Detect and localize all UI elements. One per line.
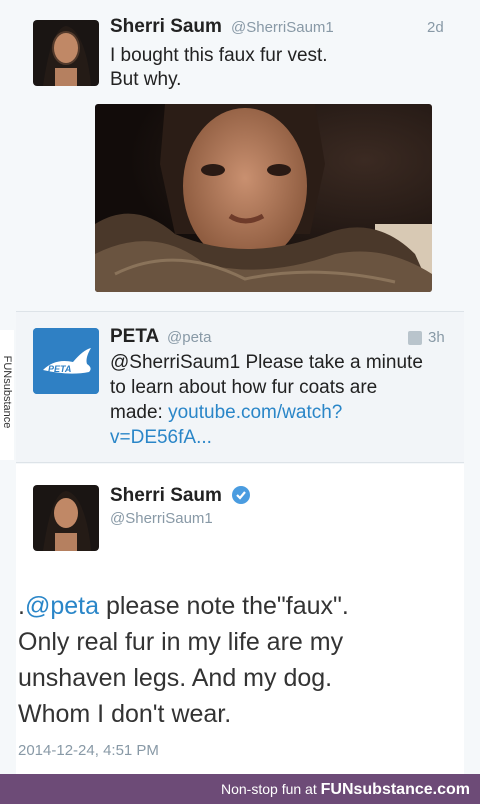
tweet-text-line-3: made: youtube.com/watch? <box>110 401 342 425</box>
avatar-image <box>33 20 99 86</box>
author-handle[interactable]: @peta <box>167 329 211 346</box>
tweet-text-line-2: Only real fur in my life are my <box>18 628 344 656</box>
footer-bar: Non-stop fun at FUNsubstance.com <box>0 774 480 804</box>
media-icon <box>408 331 422 345</box>
footer-brand-link[interactable]: FUNsubstance.com <box>321 781 470 798</box>
text: made: <box>110 402 169 423</box>
tweet-text-line-1: @SherriSaum1 Please take a minute <box>110 352 423 373</box>
tweet-text-line-1: .@peta please note the"faux". <box>18 588 458 624</box>
author-handle[interactable]: @SherriSaum1 <box>231 19 334 36</box>
tweet-text-line-2: But why. <box>110 69 182 90</box>
tweet-age: 2d <box>427 19 444 36</box>
selfie-image <box>95 104 432 292</box>
tweet-photo[interactable] <box>95 104 432 292</box>
avatar-image <box>33 485 99 551</box>
tweet-timestamp[interactable]: 2014-12-24, 4:51 PM <box>18 742 159 759</box>
logo-text: PETA <box>48 364 71 374</box>
tweet-text: .@peta please note the"faux". Only real … <box>18 588 458 732</box>
tweet-text-line-2: to learn about how fur coats are <box>110 377 378 398</box>
tweet-text-line-4: Whom I don't wear. <box>18 700 232 728</box>
peta-mention-link[interactable]: @peta <box>25 592 99 620</box>
funsubstance-side-tab: FUNsubstance <box>0 330 14 460</box>
tweet-text-line-3: unshaven legs. And my dog. <box>18 664 333 692</box>
author-name[interactable]: Sherri Saum <box>110 16 222 38</box>
youtube-link[interactable]: youtube.com/watch? <box>168 402 342 423</box>
author-name[interactable]: PETA <box>110 326 159 348</box>
rabbit-logo-icon: PETA <box>33 328 99 394</box>
author-name[interactable]: Sherri Saum <box>110 485 222 507</box>
peta-logo-avatar[interactable]: PETA <box>33 328 99 394</box>
avatar[interactable] <box>33 20 99 86</box>
tweet-text-line-1: I bought this faux fur vest. <box>110 45 328 66</box>
side-tab-label: FUNsubstance <box>1 355 13 429</box>
footer-text: Non-stop fun at FUNsubstance.com <box>221 781 470 799</box>
tweet-age: 3h <box>428 329 445 346</box>
youtube-link-continued[interactable]: v=DE56fA... <box>110 426 212 450</box>
avatar[interactable] <box>33 485 99 551</box>
divider <box>16 462 464 463</box>
footer-tagline: Non-stop fun at <box>221 781 321 797</box>
screenshot: Sherri Saum @SherriSaum1 2d I bought thi… <box>0 0 480 804</box>
text: . <box>18 592 25 620</box>
text: please note the"faux". <box>99 592 349 620</box>
author-handle[interactable]: @SherriSaum1 <box>110 510 213 527</box>
verified-badge-icon <box>232 486 250 504</box>
